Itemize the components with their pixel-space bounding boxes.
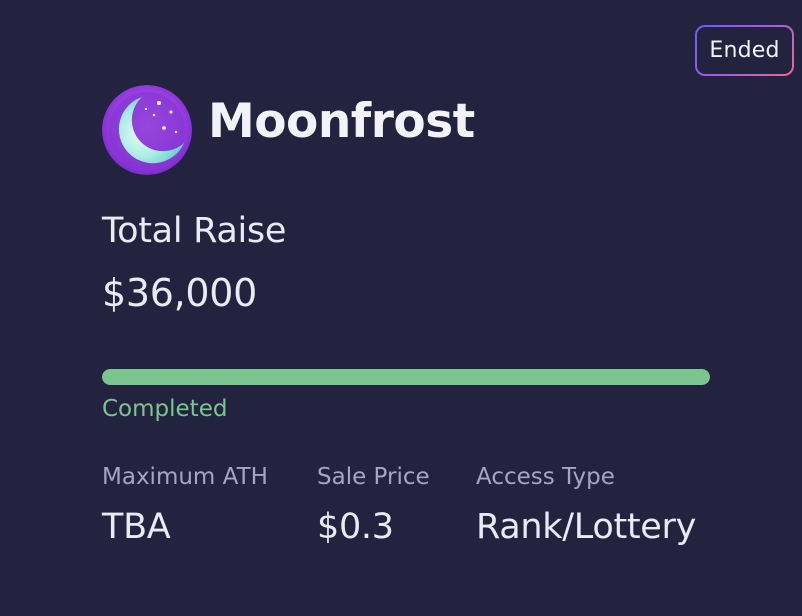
stat-label: Maximum ATH	[102, 464, 268, 490]
stat-maximum-ath: Maximum ATH TBA	[102, 460, 268, 552]
stat-label: Sale Price	[317, 464, 430, 490]
total-raise-value: $36,000	[102, 271, 258, 315]
stat-value: $0.3	[317, 507, 394, 547]
stat-sale-price: Sale Price $0.3	[317, 460, 430, 552]
progress-bar	[102, 369, 710, 385]
stat-label: Access Type	[476, 464, 615, 490]
moon-logo-icon	[102, 85, 192, 175]
status-badge-label: Ended	[697, 27, 792, 74]
status-badge: Ended	[695, 25, 794, 76]
stat-value: TBA	[102, 507, 171, 547]
project-name: Moonfrost	[208, 94, 475, 149]
progress-status: Completed	[102, 396, 228, 422]
total-raise-label: Total Raise	[102, 211, 287, 251]
progress-bar-fill	[102, 369, 710, 385]
stat-value: Rank/Lottery	[476, 507, 697, 547]
stat-access-type: Access Type Rank/Lottery	[476, 460, 696, 552]
project-card[interactable]: Ended Moonfrost Total Raise $36,000 Comp…	[0, 0, 802, 616]
